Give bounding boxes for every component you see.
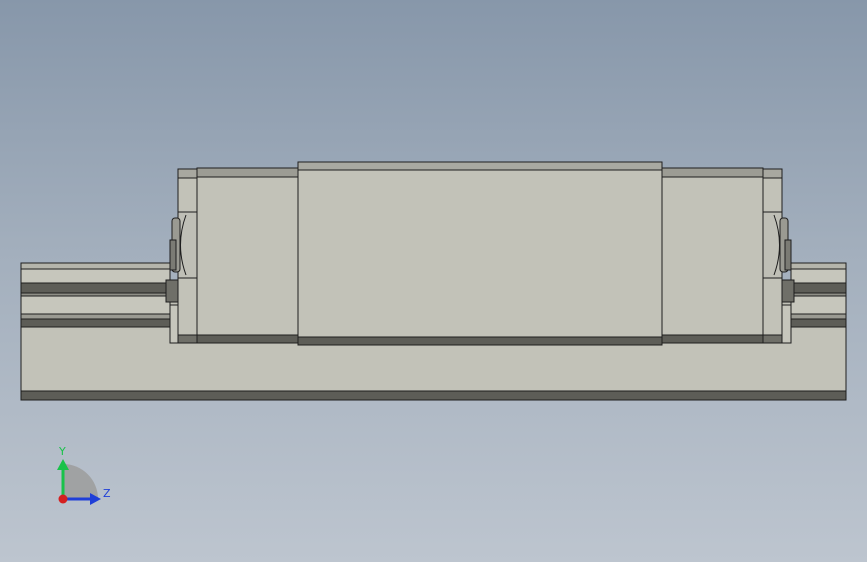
view-orientation-triad-icon[interactable]: Y Z — [57, 445, 111, 505]
z-axis-label: Z — [103, 487, 111, 500]
model-canvas[interactable]: Y Z — [0, 0, 867, 562]
graphics-viewport[interactable]: Y Z — [0, 0, 867, 562]
x-axis-dot — [58, 494, 68, 504]
carriage-block[interactable] — [169, 161, 792, 346]
y-axis-label: Y — [58, 445, 66, 458]
